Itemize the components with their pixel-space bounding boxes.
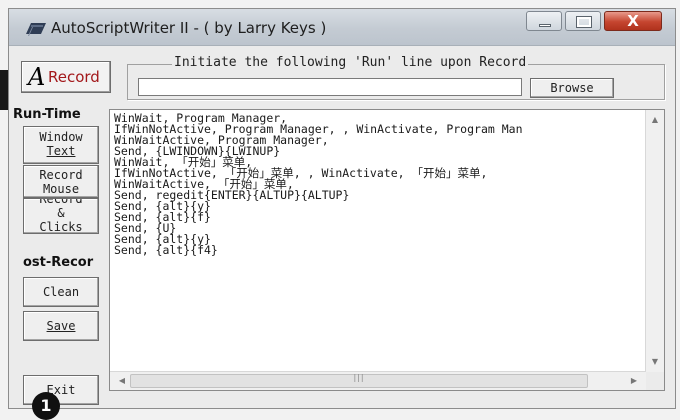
record-label: Record bbox=[48, 68, 100, 86]
save-button[interactable]: Save bbox=[23, 311, 99, 341]
minimize-icon bbox=[539, 24, 551, 27]
post-record-label: ost-Recor bbox=[23, 255, 94, 270]
maximize-icon bbox=[577, 17, 591, 27]
save-label: Save bbox=[46, 319, 76, 333]
page-edge-strip bbox=[0, 70, 8, 110]
record-logo-letter: A bbox=[28, 63, 46, 91]
scroll-left-arrow-icon[interactable]: ◀ bbox=[114, 372, 130, 390]
close-button[interactable]: X bbox=[604, 11, 662, 31]
scroll-right-arrow-icon[interactable]: ▶ bbox=[626, 372, 642, 390]
close-icon: X bbox=[627, 12, 639, 30]
scroll-grip-icon: ||| bbox=[353, 373, 365, 382]
clean-label: Clean bbox=[42, 285, 80, 299]
run-time-label: Run-Time bbox=[13, 107, 81, 122]
callout-number-badge: 1 bbox=[32, 392, 60, 420]
scroll-up-arrow-icon[interactable]: ▲ bbox=[646, 112, 664, 128]
title-bar[interactable]: AutoScriptWriter II - ( by Larry Keys ) … bbox=[9, 9, 675, 46]
run-line-group-label: Initiate the following 'Run' line upon R… bbox=[172, 55, 529, 70]
window-text-label-line1: Window bbox=[39, 130, 83, 144]
maximize-button[interactable] bbox=[565, 11, 601, 31]
browse-label: Browse bbox=[550, 81, 594, 95]
script-editor[interactable]: WinWait, Program Manager, IfWinNotActive,… bbox=[109, 109, 665, 391]
vertical-scrollbar[interactable]: ▲ ▼ bbox=[645, 110, 664, 372]
record-button[interactable]: A Record bbox=[21, 61, 111, 93]
record-clicks-label-line3: Clicks bbox=[39, 220, 83, 234]
horizontal-scrollbar[interactable]: ◀ ||| ▶ bbox=[110, 371, 646, 390]
run-line-group: Initiate the following 'Run' line upon R… bbox=[127, 55, 665, 100]
window-text-label-line2: Text bbox=[46, 144, 76, 158]
scroll-down-arrow-icon[interactable]: ▼ bbox=[646, 354, 664, 370]
script-text-area[interactable]: WinWait, Program Manager, IfWinNotActive,… bbox=[114, 113, 644, 372]
scrollbar-corner bbox=[646, 372, 664, 390]
record-mouse-label-line1: Record bbox=[39, 168, 83, 182]
record-clicks-button[interactable]: Record & Clicks bbox=[23, 198, 99, 234]
app-window: AutoScriptWriter II - ( by Larry Keys ) … bbox=[8, 8, 676, 409]
browse-button[interactable]: Browse bbox=[530, 78, 614, 98]
record-clicks-label-line2: & bbox=[57, 206, 65, 220]
record-mouse-label-line2: Mouse bbox=[42, 182, 80, 196]
record-clicks-label-line1: Record bbox=[39, 198, 83, 206]
record-mouse-button[interactable]: Record Mouse bbox=[23, 165, 99, 198]
window-title: AutoScriptWriter II - ( by Larry Keys ) bbox=[51, 19, 327, 37]
horizontal-scroll-thumb[interactable]: ||| bbox=[130, 373, 588, 388]
script-line: Send, {alt}{f} bbox=[114, 210, 211, 224]
window-text-button[interactable]: Window Text bbox=[23, 126, 99, 164]
clean-button[interactable]: Clean bbox=[23, 277, 99, 307]
script-line: Send, {alt}{f4} bbox=[114, 243, 218, 257]
run-line-input[interactable] bbox=[138, 78, 522, 96]
minimize-button[interactable] bbox=[526, 11, 562, 31]
app-icon bbox=[26, 23, 46, 36]
